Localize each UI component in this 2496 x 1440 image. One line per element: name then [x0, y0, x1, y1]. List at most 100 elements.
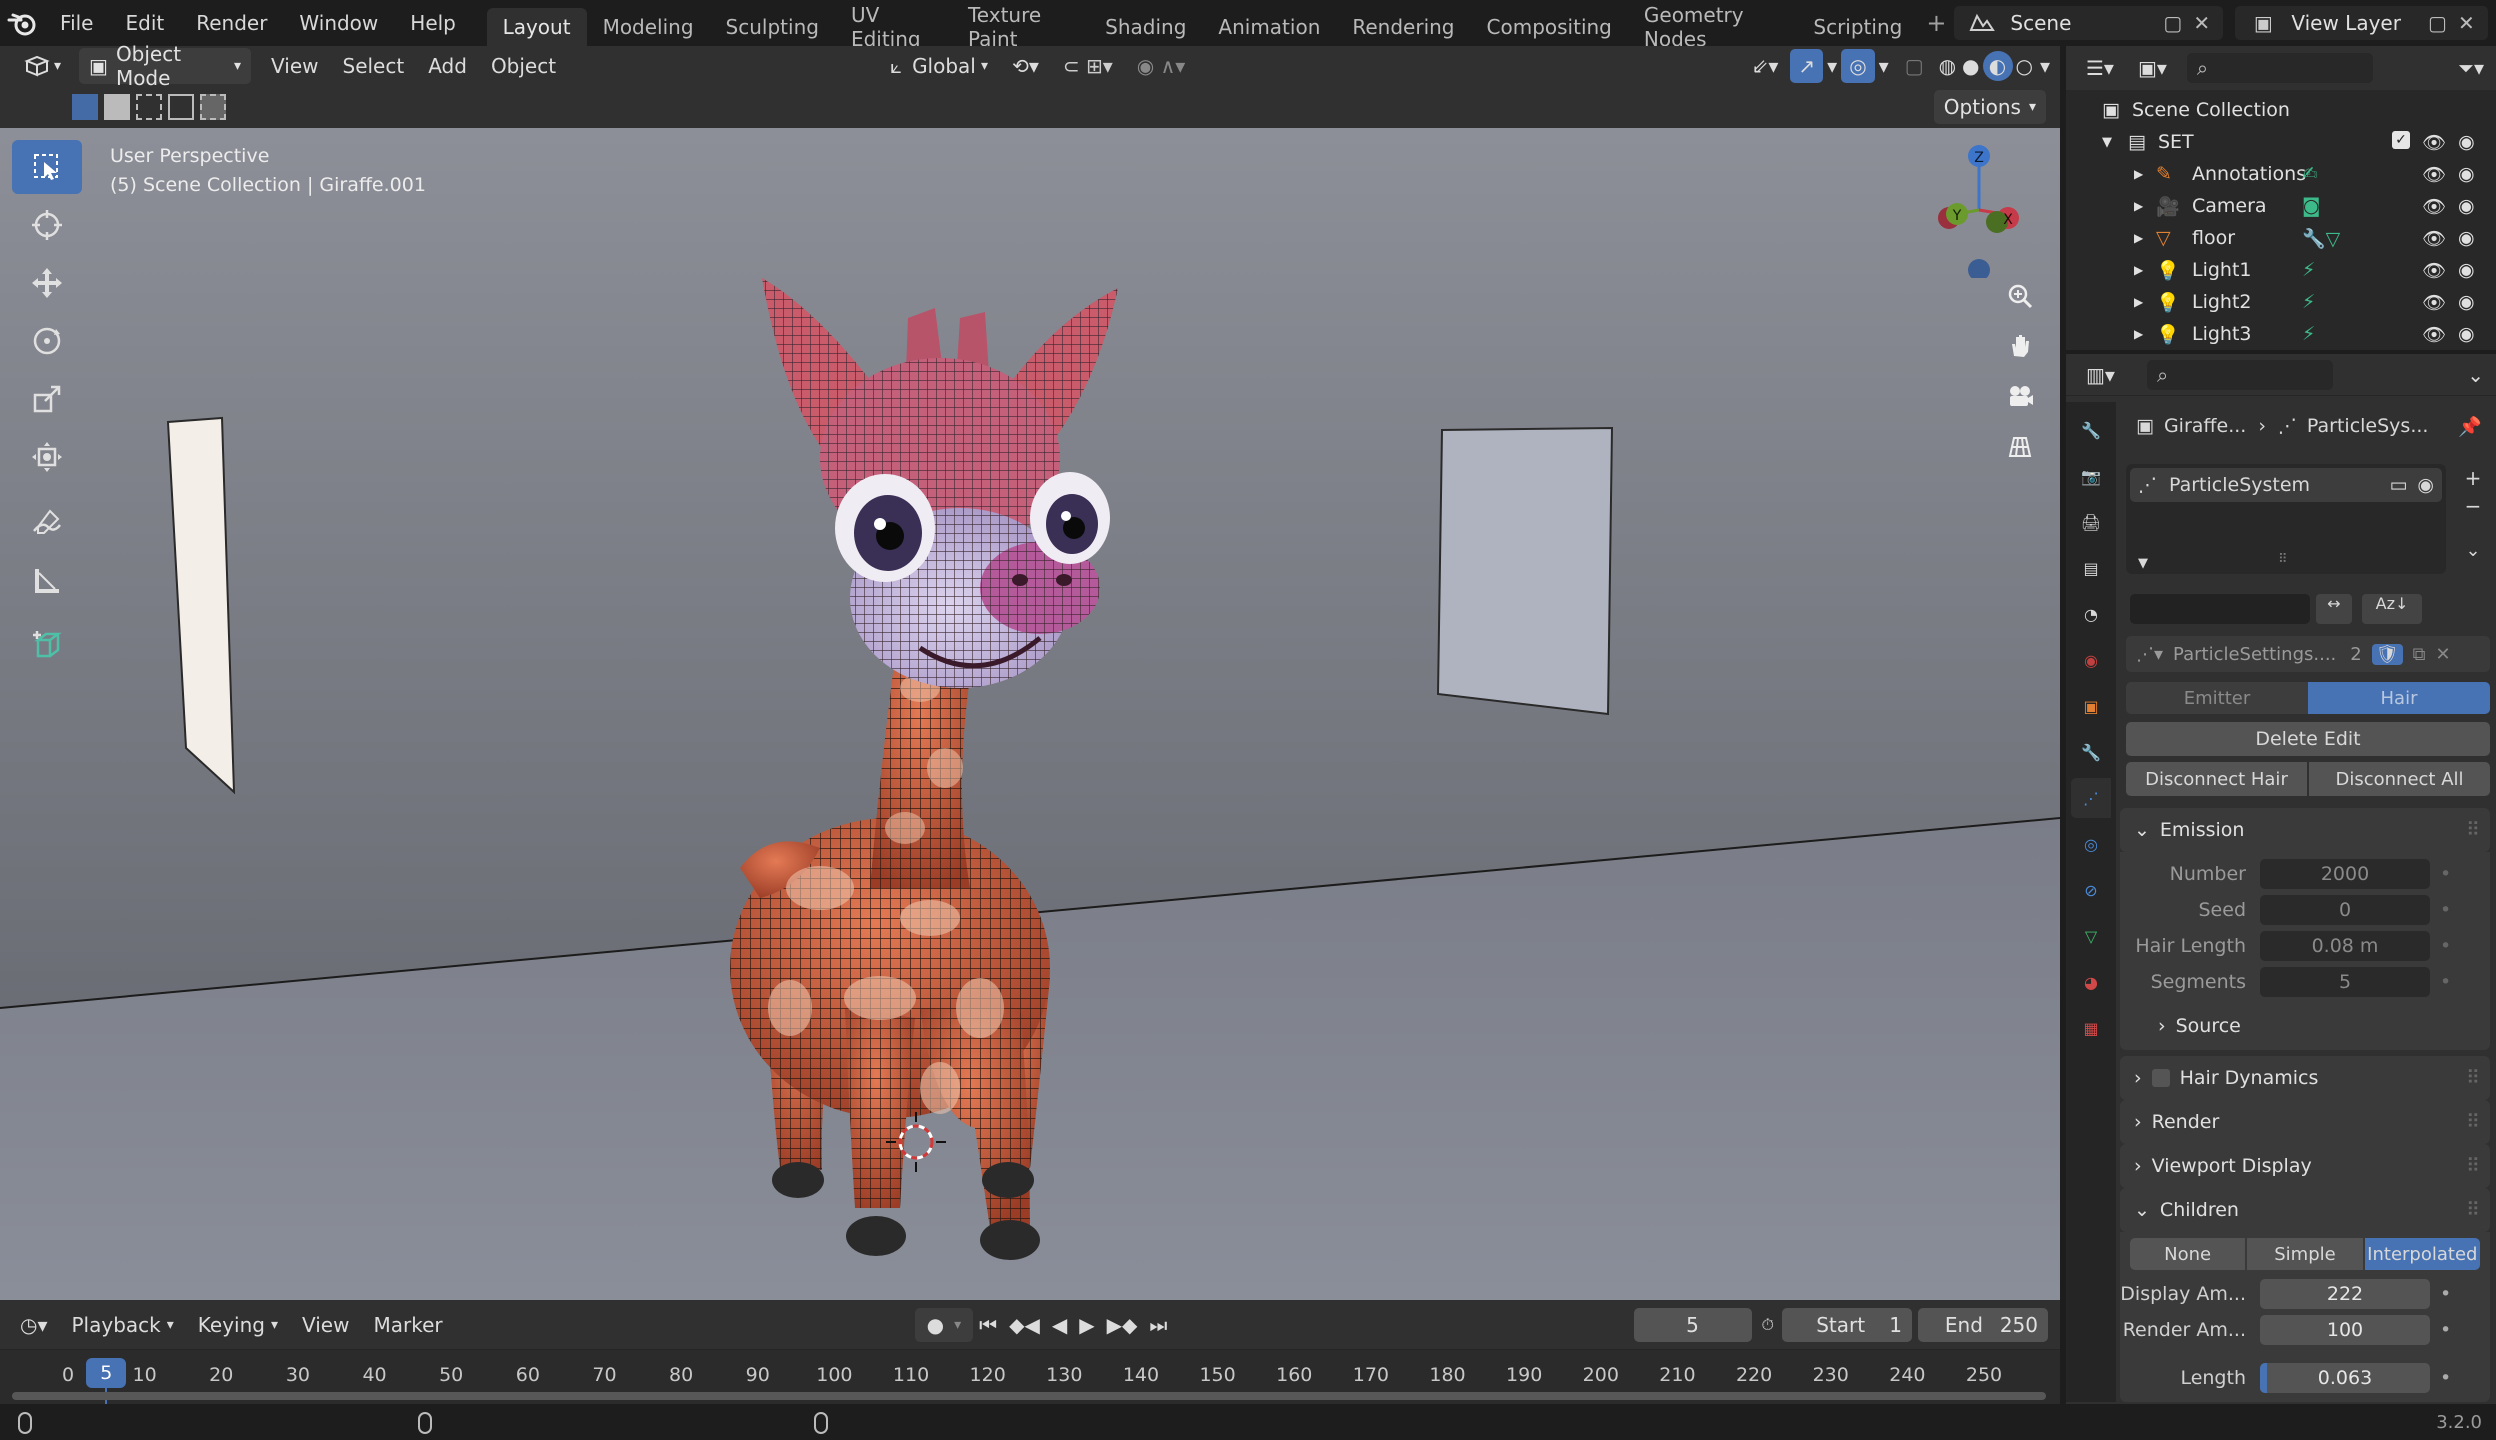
- move-tool-icon[interactable]: [12, 256, 82, 310]
- hair-button[interactable]: Hair: [2308, 682, 2490, 714]
- menu-timeline-view[interactable]: View: [290, 1305, 361, 1345]
- render-camera-icon[interactable]: ◉: [2458, 259, 2475, 281]
- close-icon[interactable]: ✕: [2193, 11, 2223, 35]
- eye-icon[interactable]: 👁: [2422, 227, 2446, 250]
- children-simple-button[interactable]: Simple: [2247, 1238, 2363, 1270]
- options-dropdown[interactable]: Options ▾: [1933, 90, 2046, 124]
- list-expand-icon[interactable]: ▼: [2138, 556, 2148, 571]
- menu-playback[interactable]: Playback ▾: [60, 1305, 186, 1345]
- auto-keying-icon[interactable]: ● ▾: [914, 1307, 974, 1342]
- snap-icon[interactable]: ⊂ ⊞▾: [1051, 46, 1125, 86]
- shading-solid-icon[interactable]: ●: [1959, 46, 1982, 86]
- particle-system-list[interactable]: ⋰ ParticleSystem ▭ ◉ ▼ ⠿: [2126, 464, 2446, 574]
- select-mode-new-icon[interactable]: [72, 94, 98, 120]
- outliner-row[interactable]: ▶ 💡 Light1 ⚡ 👁 ◉: [2066, 254, 2496, 286]
- drag-handle-icon[interactable]: ⠿: [2466, 819, 2480, 841]
- cursor-tool-icon[interactable]: [12, 198, 82, 252]
- 3d-viewport[interactable]: User Perspective (5) Scene Collection | …: [0, 128, 2060, 1300]
- select-mode-invert-icon[interactable]: [168, 94, 194, 120]
- hair-dynamics-checkbox[interactable]: [2151, 1069, 2170, 1087]
- render-panel-header[interactable]: › Render ⠿: [2120, 1100, 2490, 1144]
- editor-type-menu[interactable]: ▾: [14, 48, 71, 84]
- add-workspace-icon[interactable]: +: [1918, 9, 1954, 37]
- scene-collection-row[interactable]: ▣ Scene Collection: [2066, 94, 2496, 126]
- properties-editor-type-icon[interactable]: ▥▾: [2074, 355, 2127, 395]
- particle-settings-selector[interactable]: ⋰▾ ParticleSettings.... 2 🛡 ⧉ ✕: [2126, 636, 2490, 672]
- expand-arrow-icon[interactable]: ▶: [2134, 199, 2156, 213]
- menu-marker[interactable]: Marker: [361, 1305, 454, 1345]
- render-camera-icon[interactable]: ◉: [2458, 323, 2475, 345]
- modifier-tab-icon[interactable]: 🔧: [2071, 732, 2111, 772]
- annotate-tool-icon[interactable]: [12, 496, 82, 550]
- xray-icon[interactable]: ▢: [1893, 46, 1936, 86]
- tab-modeling[interactable]: Modeling: [587, 8, 710, 46]
- menu-help[interactable]: Help: [394, 0, 472, 46]
- shading-menu-icon[interactable]: ▾: [2036, 46, 2060, 86]
- select-mode-intersect-icon[interactable]: [200, 94, 226, 120]
- stopwatch-icon[interactable]: ⏱: [1762, 1315, 1774, 1335]
- menu-window[interactable]: Window: [283, 0, 394, 46]
- gizmo-menu-icon[interactable]: ▾: [1823, 46, 1841, 86]
- mode-selector[interactable]: ▣ Object Mode ▾: [79, 42, 252, 90]
- play-icon[interactable]: ▶: [1073, 1305, 1100, 1345]
- list-menu-icon[interactable]: ⌄: [2456, 540, 2490, 580]
- disconnect-all-button[interactable]: Disconnect All: [2309, 762, 2490, 796]
- blender-logo-icon[interactable]: [0, 10, 44, 36]
- children-interpolated-button[interactable]: Interpolated: [2364, 1238, 2480, 1270]
- shading-rendered-icon[interactable]: ○: [2013, 46, 2036, 86]
- tab-sculpting[interactable]: Sculpting: [710, 8, 835, 46]
- pin-icon[interactable]: 📌: [2458, 415, 2482, 438]
- tab-layout[interactable]: Layout: [486, 8, 587, 46]
- render-amount-field[interactable]: 100: [2260, 1315, 2430, 1345]
- breadcrumb-object[interactable]: Giraffe...: [2164, 415, 2246, 437]
- render-tab-icon[interactable]: 📷: [2071, 456, 2111, 496]
- object-data-icon[interactable]: ◙: [2302, 195, 2362, 217]
- menu-add[interactable]: Add: [416, 46, 479, 86]
- proportional-edit-icon[interactable]: ◉ ∧▾: [1125, 46, 1198, 86]
- copy-icon[interactable]: ▢: [2428, 11, 2458, 35]
- render-camera-icon[interactable]: ◉: [2417, 474, 2434, 496]
- expand-arrow-icon[interactable]: ▶: [2134, 295, 2156, 309]
- close-icon[interactable]: ✕: [2458, 11, 2488, 35]
- eye-icon[interactable]: 👁: [2422, 323, 2446, 346]
- tab-scripting[interactable]: Scripting: [1797, 8, 1918, 46]
- menu-edit[interactable]: Edit: [109, 0, 180, 46]
- render-camera-icon[interactable]: ◉: [2458, 227, 2475, 249]
- tool-tab-icon[interactable]: 🔧: [2071, 410, 2111, 450]
- menu-keying[interactable]: Keying ▾: [186, 1305, 290, 1345]
- pan-hand-icon[interactable]: [1998, 324, 2042, 368]
- disconnect-hair-button[interactable]: Disconnect Hair: [2126, 762, 2307, 796]
- camera-view-icon[interactable]: [1998, 374, 2042, 418]
- start-frame-field[interactable]: Start 1: [1782, 1307, 1912, 1342]
- outliner-search[interactable]: ⌕: [2186, 53, 2373, 83]
- tab-geometry-nodes[interactable]: Geometry Nodes: [1628, 3, 1797, 51]
- drag-handle-icon[interactable]: ⠿: [2466, 1111, 2480, 1133]
- exclude-checkbox[interactable]: ✓: [2392, 130, 2410, 149]
- source-subpanel[interactable]: › Source: [2120, 1008, 2490, 1044]
- collection-set-row[interactable]: ▼ ▤ SET ✓ 👁 ◉: [2066, 126, 2496, 158]
- jump-keyframe-back-icon[interactable]: ◆◀: [1003, 1305, 1046, 1345]
- children-panel-header[interactable]: ⌄ Children ⠿: [2120, 1188, 2490, 1232]
- hair-dynamics-panel-header[interactable]: › Hair Dynamics ⠿: [2120, 1056, 2490, 1100]
- render-camera-icon[interactable]: ◉: [2458, 291, 2475, 313]
- select-box-tool-icon[interactable]: [12, 140, 82, 194]
- jump-end-icon[interactable]: ⏭: [1143, 1305, 1173, 1345]
- jump-start-icon[interactable]: ⏮: [973, 1305, 1003, 1345]
- duplicate-icon[interactable]: ⧉: [2413, 644, 2426, 665]
- navigation-gizmo[interactable]: Z Y X: [1912, 138, 2042, 278]
- measure-tool-icon[interactable]: [12, 554, 82, 608]
- tab-uv-editing[interactable]: UV Editing: [835, 3, 952, 51]
- drag-handle-icon[interactable]: ⠿: [2466, 1155, 2480, 1177]
- eye-icon[interactable]: 👁: [2422, 131, 2446, 154]
- render-camera-icon[interactable]: ◉: [2458, 131, 2475, 154]
- zoom-icon[interactable]: [1998, 274, 2042, 318]
- emitter-button[interactable]: Emitter: [2126, 682, 2308, 714]
- add-cube-tool-icon[interactable]: [12, 618, 82, 672]
- pivot-point-icon[interactable]: ⟲▾: [1000, 46, 1051, 86]
- object-data-icon[interactable]: 🔧▽: [2302, 227, 2362, 250]
- scene-selector[interactable]: Scene ▢ ✕: [1954, 6, 2224, 40]
- eye-icon[interactable]: 👁: [2422, 163, 2446, 186]
- copy-icon[interactable]: ▢: [2163, 11, 2193, 35]
- delete-edit-button[interactable]: Delete Edit: [2126, 722, 2490, 756]
- eye-icon[interactable]: 👁: [2422, 195, 2446, 218]
